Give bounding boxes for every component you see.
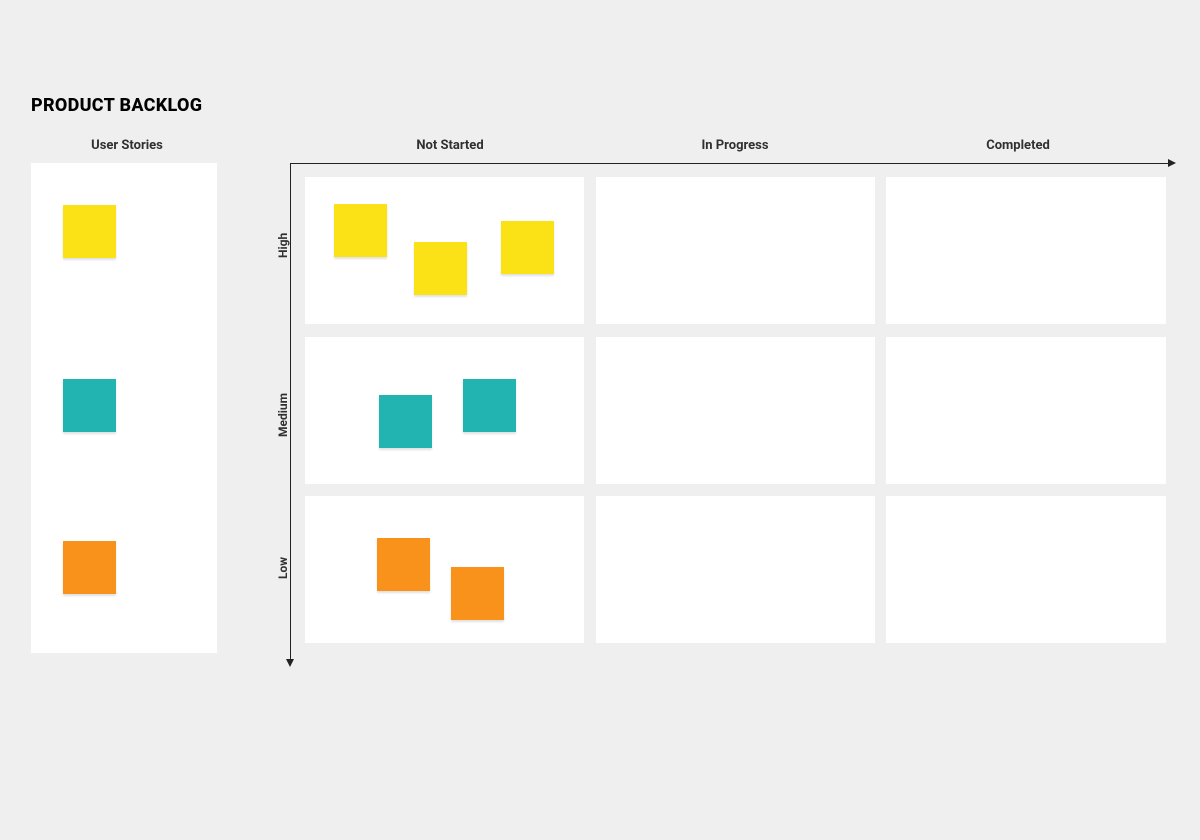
cell-high-not-started[interactable] xyxy=(305,177,584,324)
arrowhead-right-icon xyxy=(1168,159,1176,167)
sticky-note[interactable] xyxy=(63,541,116,594)
axis-vertical xyxy=(290,163,291,661)
sticky-note[interactable] xyxy=(414,242,467,295)
page-title: PRODUCT BACKLOG xyxy=(31,95,202,116)
sticky-note[interactable] xyxy=(463,379,516,432)
sticky-note[interactable] xyxy=(501,221,554,274)
cell-low-completed[interactable] xyxy=(886,496,1166,643)
column-header-not-started: Not Started xyxy=(405,138,495,153)
sticky-note[interactable] xyxy=(334,204,387,257)
row-label-high: High xyxy=(276,225,290,265)
cell-medium-not-started[interactable] xyxy=(305,337,584,484)
cell-low-not-started[interactable] xyxy=(305,496,584,643)
sticky-note[interactable] xyxy=(379,395,432,448)
cell-low-in-progress[interactable] xyxy=(596,496,875,643)
cell-medium-completed[interactable] xyxy=(886,337,1166,484)
sticky-note[interactable] xyxy=(377,538,430,591)
column-header-in-progress: In Progress xyxy=(690,138,780,153)
sticky-note[interactable] xyxy=(451,567,504,620)
sticky-note[interactable] xyxy=(63,379,116,432)
column-header-user-stories: User Stories xyxy=(82,138,172,153)
row-label-low: Low xyxy=(276,553,290,583)
cell-medium-in-progress[interactable] xyxy=(596,337,875,484)
column-header-completed: Completed xyxy=(973,138,1063,153)
row-label-medium: Medium xyxy=(276,385,290,445)
axis-horizontal xyxy=(290,163,1170,164)
arrowhead-down-icon xyxy=(286,659,294,667)
user-stories-panel[interactable] xyxy=(31,163,217,653)
cell-high-completed[interactable] xyxy=(886,177,1166,324)
sticky-note[interactable] xyxy=(63,205,116,258)
cell-high-in-progress[interactable] xyxy=(596,177,875,324)
